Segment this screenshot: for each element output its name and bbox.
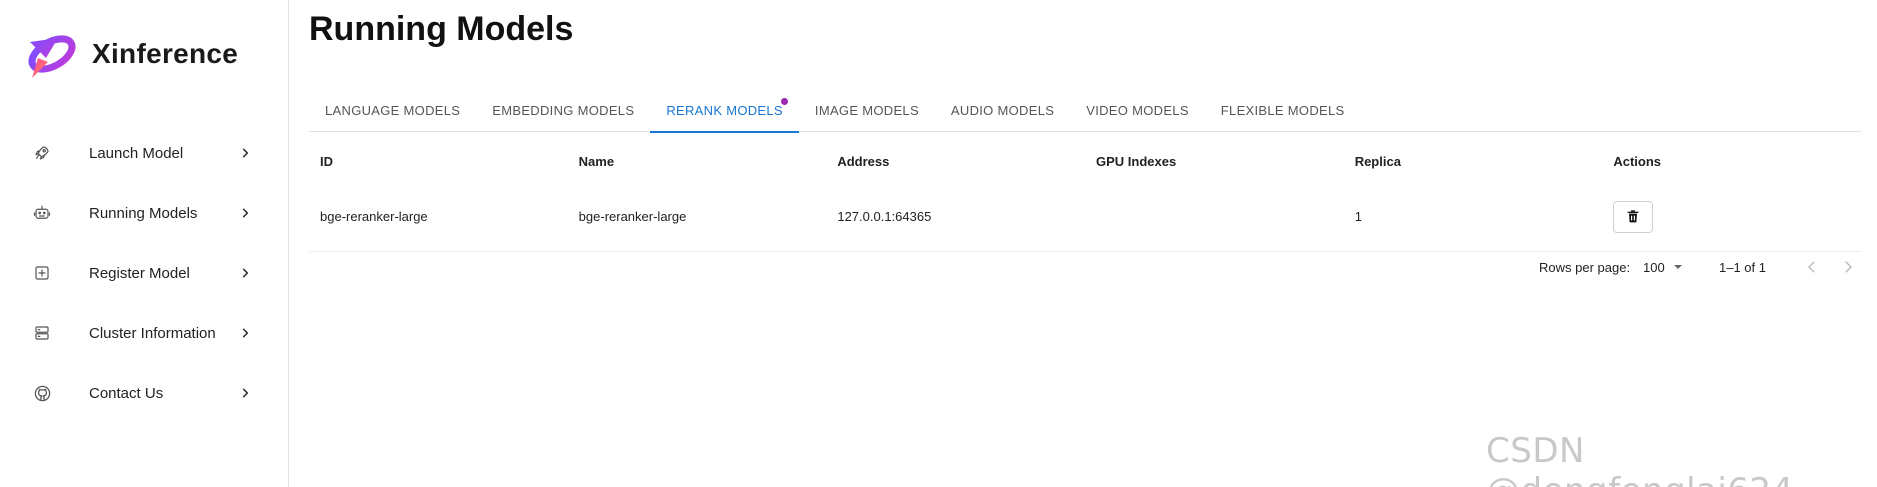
chevron-right-icon [242, 328, 249, 338]
table-header-row: ID Name Address GPU Indexes Replica Acti… [309, 140, 1861, 182]
server-icon [32, 323, 52, 343]
trash-icon [1628, 209, 1639, 222]
column-header-actions: Actions [1613, 153, 1662, 169]
brand-name: Xinference [92, 38, 239, 69]
sidebar-item-label: Cluster Information [89, 324, 216, 342]
sidebar: Xinference Launch Model Running Models R… [0, 0, 289, 487]
sidebar-item-label: Running Models [89, 204, 198, 222]
xinference-logo-icon [28, 35, 76, 78]
robot-icon [32, 203, 52, 223]
chevron-right-icon [242, 268, 249, 278]
rows-per-page-value: 100 [1643, 259, 1665, 275]
chevron-left-icon[interactable] [1803, 258, 1821, 276]
sidebar-item-launch-model[interactable]: Launch Model [0, 123, 289, 183]
rows-per-page-label: Rows per page: [1539, 260, 1631, 275]
sidebar-item-register-model[interactable]: Register Model [0, 243, 289, 303]
tab-embedding-models[interactable]: EMBEDDING MODELS [476, 88, 650, 132]
tab-image-models[interactable]: IMAGE MODELS [799, 88, 935, 132]
tab-label: RERANK MODELS [666, 102, 783, 118]
caret-down-icon [1673, 265, 1682, 269]
add-box-icon [32, 263, 52, 283]
cell-name: bge-reranker-large [578, 209, 687, 224]
cell-id: bge-reranker-large [320, 209, 428, 224]
rocket-icon [32, 143, 52, 163]
sidebar-item-cluster-information[interactable]: Cluster Information [0, 303, 289, 363]
watermark: CSDN @dengfenglai624 [1486, 431, 1793, 487]
tab-rerank-models[interactable]: RERANK MODELS [650, 88, 799, 133]
page-title: Running Models [309, 10, 574, 48]
sidebar-item-label: Launch Model [89, 144, 184, 162]
running-models-table: ID Name Address GPU Indexes Replica Acti… [309, 140, 1861, 252]
column-header-id[interactable]: ID [309, 154, 568, 169]
sidebar-item-running-models[interactable]: Running Models [0, 183, 289, 243]
main-content: Running Models LANGUAGE MODELS EMBEDDING… [309, 0, 1861, 487]
sidebar-item-label: Contact Us [89, 384, 164, 402]
table-row[interactable]: bge-reranker-large bge-reranker-large 12… [309, 182, 1861, 252]
column-header-replica[interactable]: Replica [1344, 154, 1603, 169]
sidebar-nav: Launch Model Running Models Register Mod… [0, 123, 289, 423]
column-header-address[interactable]: Address [826, 154, 1085, 169]
rows-per-page-select[interactable]: 100 [1643, 256, 1683, 278]
tab-audio-models[interactable]: AUDIO MODELS [935, 88, 1070, 132]
chevron-right-icon [242, 148, 249, 158]
column-header-gpu-indexes[interactable]: GPU Indexes [1085, 154, 1344, 169]
cell-replica: 1 [1354, 209, 1362, 224]
cell-actions [1602, 200, 1861, 233]
tab-language-models[interactable]: LANGUAGE MODELS [309, 88, 476, 132]
chevron-right-icon[interactable] [1839, 258, 1857, 276]
cell-address: 127.0.0.1:64365 [837, 209, 932, 224]
tab-flexible-models[interactable]: FLEXIBLE MODELS [1205, 88, 1361, 132]
tab-video-models[interactable]: VIDEO MODELS [1070, 88, 1205, 132]
delete-model-button[interactable] [1613, 200, 1654, 233]
table-pagination: Rows per page: 100 1–1 of 1 [309, 252, 1861, 282]
tab-notification-badge [780, 98, 788, 105]
github-icon [32, 383, 52, 403]
sidebar-item-contact-us[interactable]: Contact Us [0, 363, 289, 423]
chevron-right-icon [242, 208, 249, 218]
sidebar-item-label: Register Model [89, 264, 190, 282]
model-type-tabs: LANGUAGE MODELS EMBEDDING MODELS RERANK … [309, 88, 1861, 133]
brand[interactable]: Xinference [24, 28, 238, 80]
pagination-range: 1–1 of 1 [1719, 260, 1766, 275]
column-header-name[interactable]: Name [568, 154, 827, 169]
chevron-right-icon [242, 388, 249, 398]
